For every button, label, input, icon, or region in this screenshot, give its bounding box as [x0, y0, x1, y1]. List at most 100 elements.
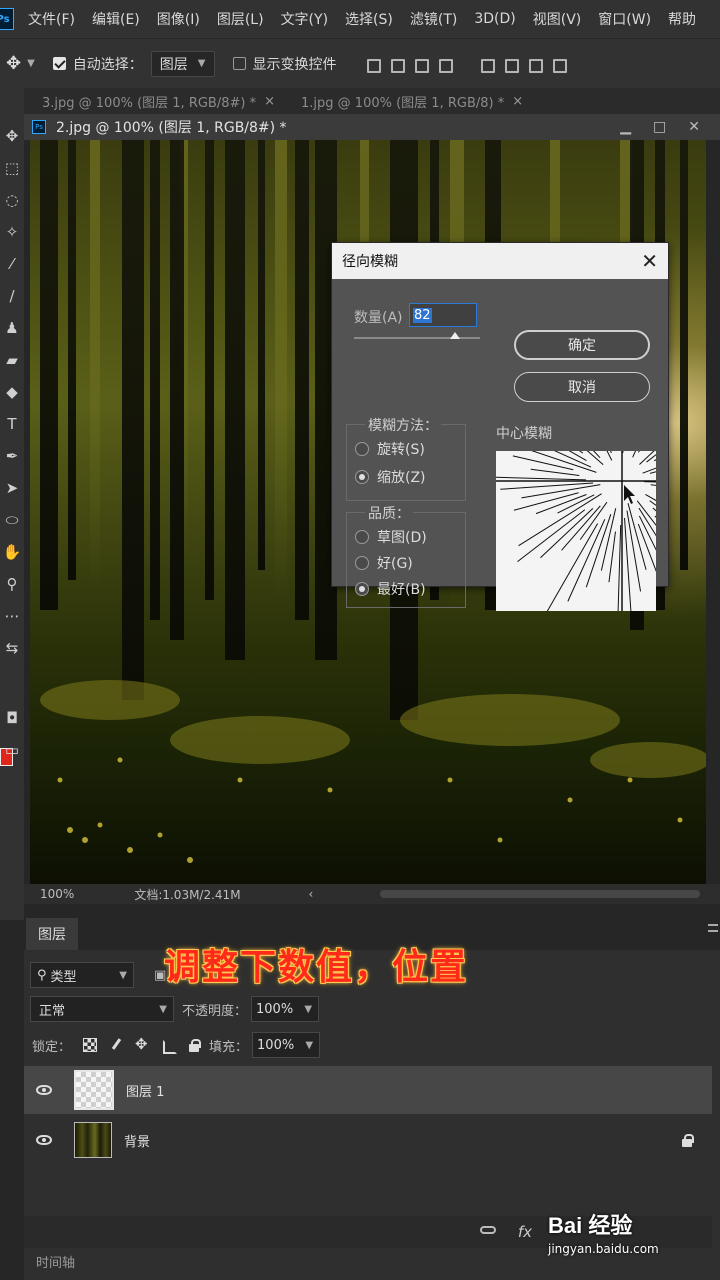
tab-layers[interactable]: 图层 — [26, 918, 78, 950]
eyedropper-tool-icon[interactable]: ⁄ — [0, 248, 24, 280]
visibility-eye-icon[interactable] — [36, 1085, 52, 1095]
align-buttons — [365, 56, 567, 73]
lock-transparent-icon[interactable] — [83, 1038, 98, 1052]
method-spin-option[interactable]: 旋转(S) — [355, 439, 425, 459]
align-top-icon[interactable] — [479, 56, 495, 73]
zoom-tool-icon[interactable]: ⚲ — [0, 568, 24, 600]
menu-filter[interactable]: 滤镜(T) — [410, 9, 457, 29]
close-icon[interactable]: × — [512, 94, 523, 109]
swap-colors-icon[interactable]: ⇆ — [0, 632, 24, 664]
screen-mode-icon[interactable]: ▭ — [0, 734, 24, 766]
quality-best-option[interactable]: 最好(B) — [355, 579, 426, 599]
menu-layer[interactable]: 图层(L) — [217, 9, 264, 29]
lock-artboard-icon[interactable] — [161, 1038, 178, 1054]
fill-input[interactable]: 100% ▼ — [252, 1032, 321, 1058]
quality-good-radio[interactable] — [355, 556, 369, 570]
stamp-tool-icon[interactable]: ♟ — [0, 312, 24, 344]
maximize-icon[interactable]: □ — [653, 119, 666, 135]
auto-select-checkbox[interactable] — [52, 57, 66, 70]
quality-best-radio[interactable] — [355, 582, 369, 596]
method-zoom-option[interactable]: 缩放(Z) — [355, 467, 426, 487]
align-bottom-icon[interactable] — [527, 56, 543, 73]
document-size[interactable]: 文档:1.03M/2.41M — [134, 886, 240, 903]
dialog-title: 径向模糊 — [342, 254, 398, 270]
align-middle-icon[interactable] — [503, 56, 519, 73]
close-icon[interactable]: ✕ — [688, 119, 700, 135]
move-tool-icon[interactable]: ✥ — [6, 53, 21, 74]
menu-window[interactable]: 窗口(W) — [598, 9, 651, 29]
align-left-icon[interactable] — [365, 56, 381, 73]
pen-tool-icon[interactable]: ✒ — [0, 440, 24, 472]
paint-bucket-tool-icon[interactable]: ◆ — [0, 376, 24, 408]
menu-image[interactable]: 图像(I) — [157, 9, 200, 29]
move-tool-icon[interactable]: ✥ — [0, 120, 24, 152]
lasso-tool-icon[interactable]: ◌ — [0, 184, 24, 216]
photoshop-logo-icon[interactable]: Ps — [0, 8, 14, 30]
zoom-level[interactable]: 100% — [40, 887, 74, 901]
cancel-button[interactable]: 取消 — [514, 372, 650, 402]
eraser-tool-icon[interactable]: ▰ — [0, 344, 24, 376]
distribute-icon[interactable] — [437, 56, 453, 73]
menu-3d[interactable]: 3D(D) — [474, 11, 515, 27]
scroll-left-icon[interactable]: ‹ — [309, 887, 314, 901]
menu-view[interactable]: 视图(V) — [533, 9, 582, 29]
document-tab-3jpg[interactable]: 3.jpg @ 100% (图层 1, RGB/8#) * — [42, 92, 256, 111]
more-tools-icon[interactable]: ⋯ — [0, 600, 24, 632]
tab-timeline[interactable]: 时间轴 — [36, 1252, 75, 1271]
align-right-icon[interactable] — [413, 56, 429, 73]
menu-type[interactable]: 文字(Y) — [281, 9, 328, 29]
show-transform-checkbox[interactable] — [232, 57, 246, 70]
blend-mode-value: 正常 — [39, 1003, 66, 1019]
active-document-tab[interactable]: Ps 2.jpg @ 100% (图层 1, RGB/8#) * ▁ □ ✕ — [24, 114, 720, 140]
minimize-icon[interactable]: ▁ — [620, 119, 631, 135]
panel-menu-icon[interactable] — [708, 924, 718, 932]
quality-good-option[interactable]: 好(G) — [355, 553, 413, 573]
amount-slider[interactable] — [354, 337, 480, 339]
amount-input[interactable]: 82 — [409, 303, 477, 327]
menu-help[interactable]: 帮助 — [668, 9, 696, 29]
layer-row-background[interactable]: 背景 — [24, 1116, 712, 1164]
menu-file[interactable]: 文件(F) — [28, 9, 75, 29]
horizontal-scrollbar[interactable] — [380, 890, 700, 898]
lock-all-icon[interactable] — [187, 1038, 202, 1052]
close-icon[interactable]: × — [264, 94, 275, 109]
quality-draft-option[interactable]: 草图(D) — [355, 527, 427, 547]
path-select-tool-icon[interactable]: ➤ — [0, 472, 24, 504]
menu-edit[interactable]: 编辑(E) — [92, 9, 140, 29]
opacity-input[interactable]: 100% ▼ — [251, 996, 320, 1022]
lock-position-icon[interactable] — [135, 1035, 149, 1053]
link-layers-icon[interactable] — [480, 1226, 496, 1234]
layer-name[interactable]: 背景 — [124, 1131, 150, 1150]
blend-mode-dropdown[interactable]: 正常 ▼ — [30, 996, 174, 1022]
brush-tool-icon[interactable]: ∕ — [0, 280, 24, 312]
lock-pixels-icon[interactable] — [109, 1038, 123, 1052]
magic-wand-tool-icon[interactable]: ✧ — [0, 216, 24, 248]
menu-select[interactable]: 选择(S) — [345, 9, 393, 29]
ellipse-tool-icon[interactable]: ⬭ — [0, 504, 24, 536]
menu-bar: Ps 文件(F) 编辑(E) 图像(I) 图层(L) 文字(Y) 选择(S) 滤… — [0, 0, 720, 38]
layer-filter-dropdown[interactable]: ⚲ 类型 ▼ — [30, 962, 134, 988]
method-spin-radio[interactable] — [355, 442, 369, 456]
blur-center-preview[interactable] — [496, 451, 656, 611]
marquee-tool-icon[interactable]: ⬚ — [0, 152, 24, 184]
quick-mask-icon[interactable]: ◘ — [0, 702, 24, 734]
ok-button[interactable]: 确定 — [514, 330, 650, 360]
align-center-icon[interactable] — [389, 56, 405, 73]
hand-tool-icon[interactable]: ✋ — [0, 536, 24, 568]
document-tab-2jpg[interactable]: 2.jpg @ 100% (图层 1, RGB/8#) * — [56, 117, 287, 137]
amount-slider-thumb[interactable] — [450, 332, 460, 339]
method-zoom-radio[interactable] — [355, 470, 369, 484]
auto-select-target-dropdown[interactable]: 图层 ▼ — [150, 50, 215, 77]
close-icon[interactable]: ✕ — [641, 249, 658, 273]
chevron-down-icon[interactable]: ▼ — [27, 58, 35, 69]
layer-filter-row: ⚲ 类型 ▼ ▣ — [30, 962, 166, 988]
type-tool-icon[interactable]: T — [0, 408, 24, 440]
layer-row-layer1[interactable]: 图层 1 — [24, 1066, 712, 1114]
layer-name[interactable]: 图层 1 — [126, 1081, 164, 1100]
layer-style-fx-icon[interactable]: fx — [518, 1223, 532, 1241]
visibility-eye-icon[interactable] — [36, 1135, 52, 1145]
distribute-vertical-icon[interactable] — [551, 56, 567, 73]
dialog-title-bar[interactable]: 径向模糊 ✕ — [332, 243, 668, 279]
quality-draft-radio[interactable] — [355, 530, 369, 544]
document-tab-1jpg[interactable]: 1.jpg @ 100% (图层 1, RGB/8) * — [301, 92, 504, 111]
